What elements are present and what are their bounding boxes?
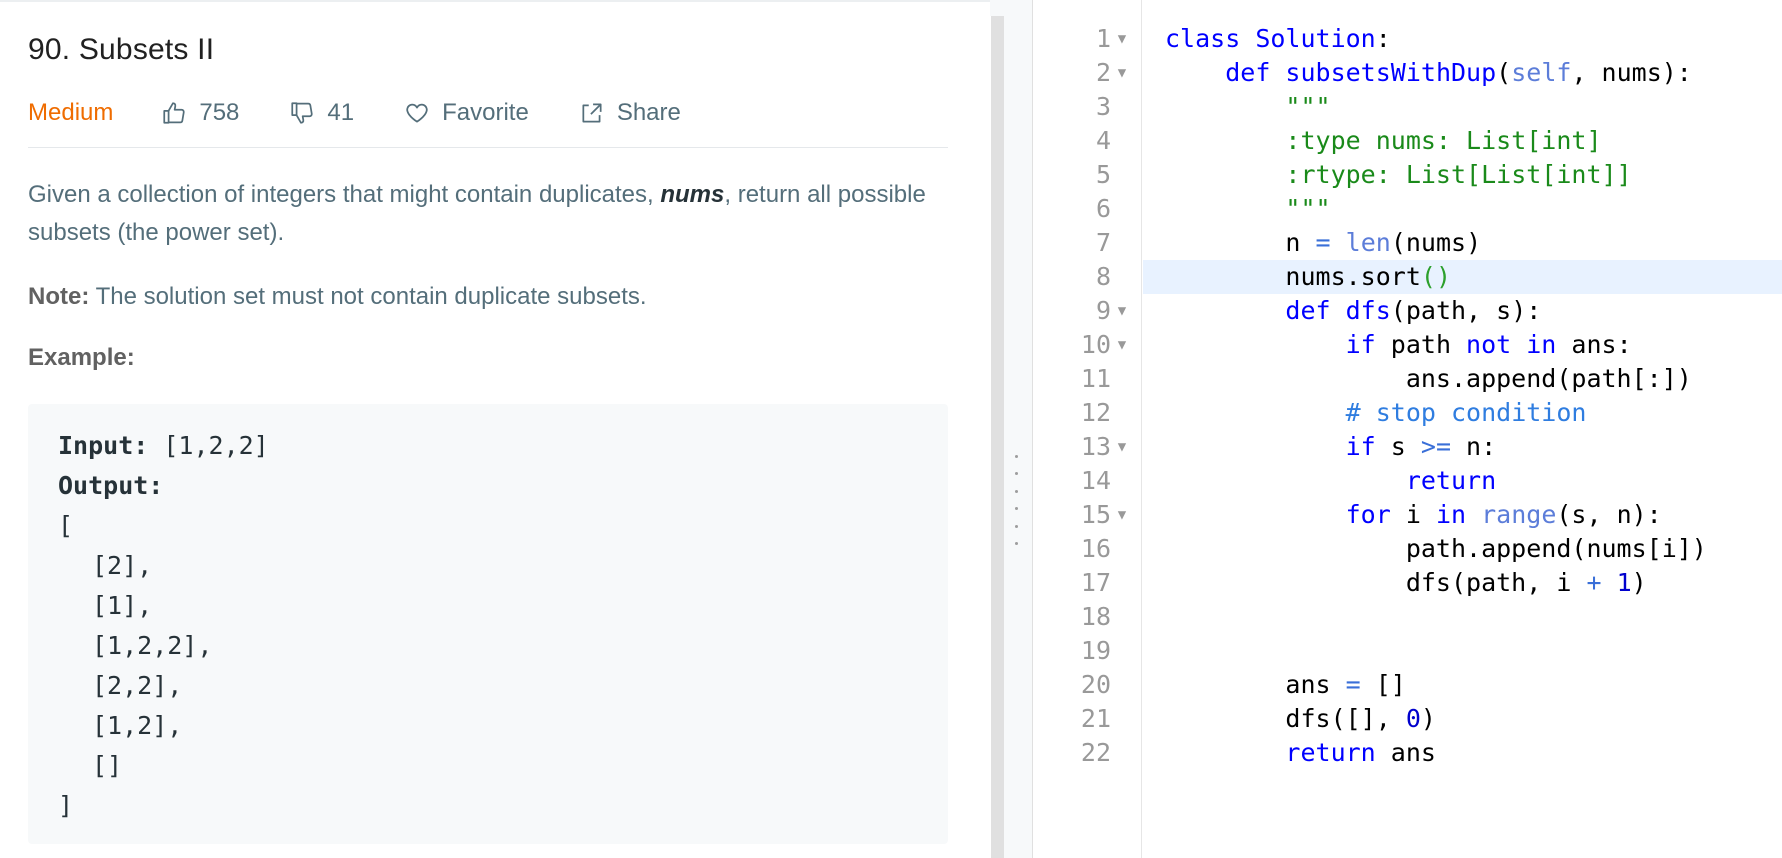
example-input: Input: [1,2,2] [58,431,269,460]
favorite-button[interactable]: Favorite [404,99,529,127]
code-line-active[interactable]: 8 nums.sort() [1033,260,1782,294]
fold-arrow-icon[interactable]: ▼ [1114,56,1130,90]
share-label: Share [616,98,681,126]
line-number: 1 [1095,24,1111,53]
code-line[interactable]: 18 [1033,600,1782,634]
line-number: 16 [1080,534,1111,563]
line-number: 4 [1095,126,1111,155]
heart-icon [406,103,428,123]
example-output-line: [1,2], [92,711,183,740]
line-number: 9 [1095,296,1111,325]
description-content: 90. Subsets II Medium 758 41 Favorite Sh… [28,28,948,844]
share-button[interactable]: Share [579,99,681,127]
like-button[interactable]: 758 [161,99,239,127]
code-line[interactable]: 5 :rtype: List[List[int]] [1033,158,1782,192]
nums-emphasis: nums [660,181,725,208]
note-label: Note: [28,283,90,310]
line-number: 20 [1080,670,1111,699]
leetcode-app: 90. Subsets II Medium 758 41 Favorite Sh… [0,0,1782,858]
example-output-line: [] [92,751,123,780]
line-number: 21 [1080,704,1111,733]
line-number: 13 [1080,432,1111,461]
description-pane: 90. Subsets II Medium 758 41 Favorite Sh… [0,0,990,858]
fold-arrow-icon[interactable]: ▼ [1114,498,1130,532]
example-heading: Example: [28,344,135,371]
dislike-button[interactable]: 41 [289,99,354,127]
example-output-line: [2], [92,551,153,580]
code-line[interactable]: 19 [1033,634,1782,668]
code-line[interactable]: 16 path.append(nums[i]) [1033,532,1782,566]
like-count: 758 [199,98,240,126]
example-output-line: [ [58,511,74,540]
line-number: 22 [1080,738,1111,767]
code-lines[interactable]: 1 ▼ class Solution: 2 ▼ def subsetsWithD… [1033,22,1782,770]
thumbs-up-icon [163,101,185,124]
example-output-line: [1], [92,591,153,620]
code-line[interactable]: 11 ans.append(path[:]) [1033,362,1782,396]
code-line[interactable]: 1 ▼ class Solution: [1033,22,1782,56]
line-number: 6 [1095,194,1111,223]
example-output-line: ] [58,791,74,820]
line-number: 11 [1080,364,1111,393]
line-number: 14 [1080,466,1111,495]
code-line[interactable]: 7 n = len(nums) [1033,226,1782,260]
code-line[interactable]: 4 :type nums: List[int] [1033,124,1782,158]
pane-scrollbar[interactable] [990,16,1004,858]
dislike-count: 41 [327,98,355,126]
fold-arrow-icon[interactable]: ▼ [1114,22,1130,56]
code-line[interactable]: 21 dfs([], 0) [1033,702,1782,736]
code-line[interactable]: 9 ▼ def dfs(path, s): [1033,294,1782,328]
code-line[interactable]: 2 ▼ def subsetsWithDup(self, nums): [1033,56,1782,90]
line-number: 12 [1080,398,1111,427]
line-number: 15 [1080,500,1111,529]
fold-arrow-icon[interactable]: ▼ [1114,430,1130,464]
problem-meta-bar: Medium 758 41 Favorite Share [28,78,948,148]
code-line[interactable]: 14 return [1033,464,1782,498]
line-number: 2 [1095,58,1111,87]
line-number: 3 [1095,92,1111,121]
code-line[interactable]: 13 ▼ if s >= n: [1033,430,1782,464]
code-line[interactable]: 17 dfs(path, i + 1) [1033,566,1782,600]
line-number: 8 [1095,262,1111,291]
problem-statement: Given a collection of integers that migh… [28,181,926,246]
code-line[interactable]: 12 # stop condition [1033,396,1782,430]
code-line[interactable]: 6 """ [1033,192,1782,226]
code-line[interactable]: 10 ▼ if path not in ans: [1033,328,1782,362]
thumbs-down-icon [291,101,314,124]
line-number: 10 [1080,330,1111,359]
problem-note: Note: The solution set must not contain … [28,283,647,310]
line-number: 18 [1080,602,1111,631]
example-block: Input: [1,2,2] Output: [ [2], [1], [1,2,… [28,404,948,844]
example-output-line: [1,2,2], [92,631,213,660]
difficulty-label: Medium [28,98,114,126]
line-number: 7 [1095,228,1111,257]
problem-title: 90. Subsets II [28,33,215,66]
fold-arrow-icon[interactable]: ▼ [1114,294,1130,328]
line-number: 5 [1095,160,1111,189]
example-output-label: Output: [58,471,164,500]
code-line[interactable]: 15 ▼ for i in range(s, n): [1033,498,1782,532]
line-number: 17 [1080,568,1111,597]
example-output-line: [2,2], [92,671,183,700]
share-icon [582,102,602,123]
code-line[interactable]: 3 """ [1033,90,1782,124]
code-editor[interactable]: 1 ▼ class Solution: 2 ▼ def subsetsWithD… [1033,0,1782,858]
code-line[interactable]: 22 return ans [1033,736,1782,770]
line-number: 19 [1080,636,1111,665]
resize-handle[interactable] [1014,455,1018,545]
favorite-label: Favorite [442,98,529,126]
code-line[interactable]: 20 ans = [] [1033,668,1782,702]
fold-arrow-icon[interactable]: ▼ [1114,328,1130,362]
